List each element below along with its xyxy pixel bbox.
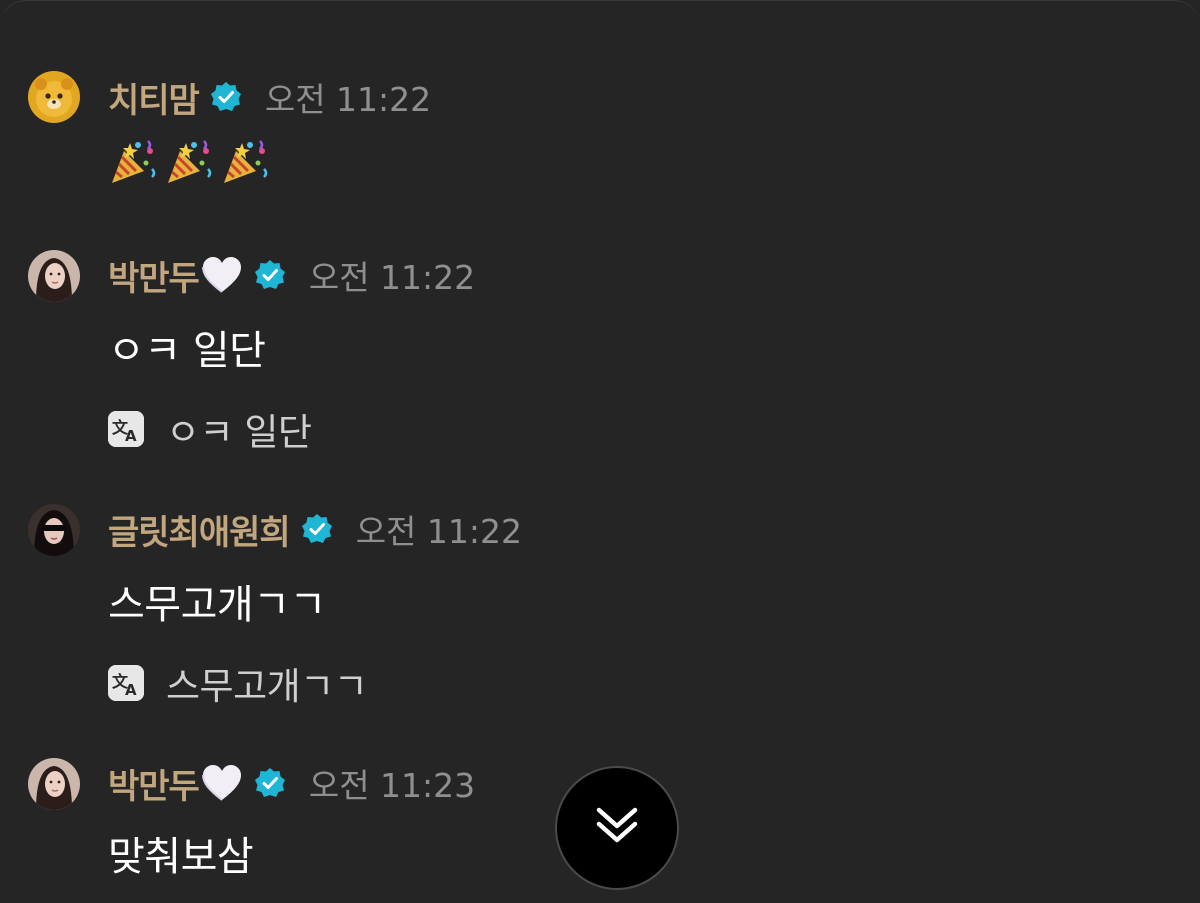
sender-name[interactable]: 글릿최애원희 <box>108 505 291 554</box>
double-chevron-down-icon <box>593 802 641 854</box>
avatar[interactable] <box>28 504 80 556</box>
message-text[interactable]: ㅇㅋ 일단 <box>108 318 266 376</box>
party-popper-icon <box>164 137 214 187</box>
avatar[interactable] <box>28 250 80 302</box>
message-translation: 文 A ㅇㅋ 일단 <box>108 402 312 456</box>
verified-badge-icon <box>253 766 287 800</box>
message-time: 오전 11:23 <box>308 766 476 805</box>
avatar[interactable] <box>28 71 80 123</box>
sender-name[interactable]: 치티맘 <box>108 73 200 122</box>
party-popper-icon <box>220 137 270 187</box>
svg-text:A: A <box>125 681 137 699</box>
chat-panel: 치티맘 오전 11:22 박만두 오전 11:22 ㅇㅋ 일단 文 A ㅇㅋ 일… <box>0 0 1200 903</box>
message-time: 오전 11:22 <box>308 258 476 297</box>
message-text[interactable]: 맞춰보삼 <box>108 824 254 882</box>
message-emoji-row <box>108 137 276 197</box>
message-header: 치티맘 오전 11:22 <box>108 73 432 122</box>
message-header: 글릿최애원희 오전 11:22 <box>108 505 522 554</box>
avatar[interactable] <box>28 758 80 810</box>
white-heart-icon <box>201 764 243 802</box>
message-header: 박만두 오전 11:22 <box>108 251 476 300</box>
message-header: 박만두 오전 11:23 <box>108 759 476 808</box>
scroll-to-bottom-button[interactable] <box>555 766 679 890</box>
message-translation: 文 A 스무고개ㄱㄱ <box>108 656 368 710</box>
translation-text: 스무고개ㄱㄱ <box>166 665 368 708</box>
translation-text: ㅇㅋ 일단 <box>166 411 312 454</box>
translate-icon[interactable]: 文 A <box>108 665 144 701</box>
verified-badge-icon <box>253 258 287 292</box>
white-heart-icon <box>201 256 243 294</box>
verified-badge-icon <box>209 80 243 114</box>
party-popper-icon <box>108 137 158 187</box>
message-time: 오전 11:22 <box>355 512 522 551</box>
sender-name[interactable]: 박만두 <box>108 759 200 808</box>
message-text[interactable]: 스무고개ㄱㄱ <box>108 572 326 630</box>
verified-badge-icon <box>300 512 334 546</box>
svg-text:A: A <box>125 427 137 445</box>
message-time: 오전 11:22 <box>264 80 432 119</box>
translate-icon[interactable]: 文 A <box>108 411 144 447</box>
sender-name[interactable]: 박만두 <box>108 251 200 300</box>
